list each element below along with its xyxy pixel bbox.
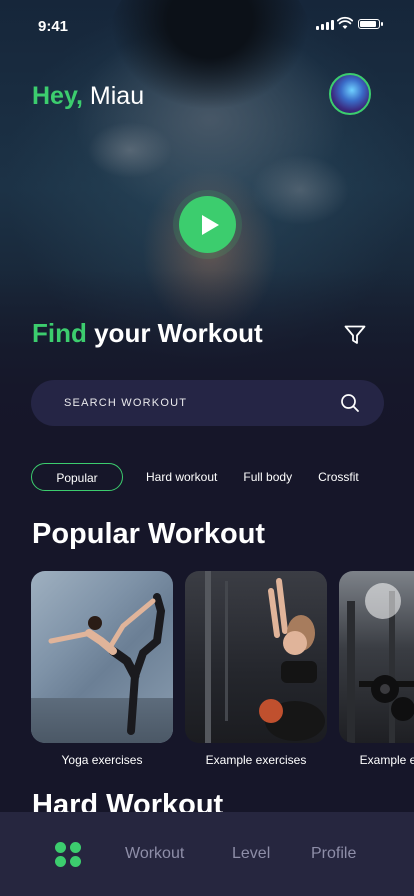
popular-workout-heading: Popular Workout xyxy=(32,518,266,550)
greeting: Hey, Miau xyxy=(32,82,144,111)
search-bar[interactable] xyxy=(31,380,384,426)
gym-photo xyxy=(339,571,414,743)
play-icon xyxy=(201,214,219,235)
popular-workout-carousel[interactable]: Yoga exercises Example exercises Example… xyxy=(31,571,414,771)
find-highlight: Find xyxy=(32,318,87,348)
battery-icon xyxy=(358,19,383,29)
find-rest: your Workout xyxy=(86,318,263,348)
workout-card[interactable]: Example exercises xyxy=(339,571,414,767)
wifi-icon xyxy=(337,16,353,29)
tab-profile[interactable]: Profile xyxy=(311,845,356,863)
card-caption: Example exercises xyxy=(359,753,414,767)
card-caption: Yoga exercises xyxy=(61,753,143,767)
workout-card[interactable]: Example exercises xyxy=(185,571,327,767)
filter-chips: Popular Hard workout Full body Crossfit xyxy=(31,463,359,491)
yoga-photo xyxy=(31,571,173,743)
user-name: Miau xyxy=(89,82,145,110)
search-input[interactable] xyxy=(64,380,334,426)
card-caption: Example exercises xyxy=(205,753,307,767)
status-bar: 9:41 xyxy=(0,0,414,52)
filter-icon[interactable] xyxy=(344,325,366,345)
cellular-signal-icon xyxy=(316,20,334,30)
chip-crossfit[interactable]: Crossfit xyxy=(318,463,359,491)
tab-level[interactable]: Level xyxy=(232,845,270,863)
play-button[interactable] xyxy=(179,196,236,253)
tab-workout[interactable]: Workout xyxy=(125,845,184,863)
workout-card[interactable]: Yoga exercises xyxy=(31,571,173,767)
find-workout-title: Find your Workout xyxy=(32,318,263,349)
avatar[interactable] xyxy=(329,73,371,115)
chip-popular[interactable]: Popular xyxy=(31,463,123,491)
grid-dots-icon[interactable] xyxy=(55,842,83,868)
search-icon[interactable] xyxy=(340,393,360,413)
chip-full-body[interactable]: Full body xyxy=(243,463,292,491)
status-time: 9:41 xyxy=(38,18,69,35)
gym-photo xyxy=(185,571,327,743)
greeting-hey: Hey, xyxy=(32,82,83,110)
chip-hard-workout[interactable]: Hard workout xyxy=(146,463,217,491)
